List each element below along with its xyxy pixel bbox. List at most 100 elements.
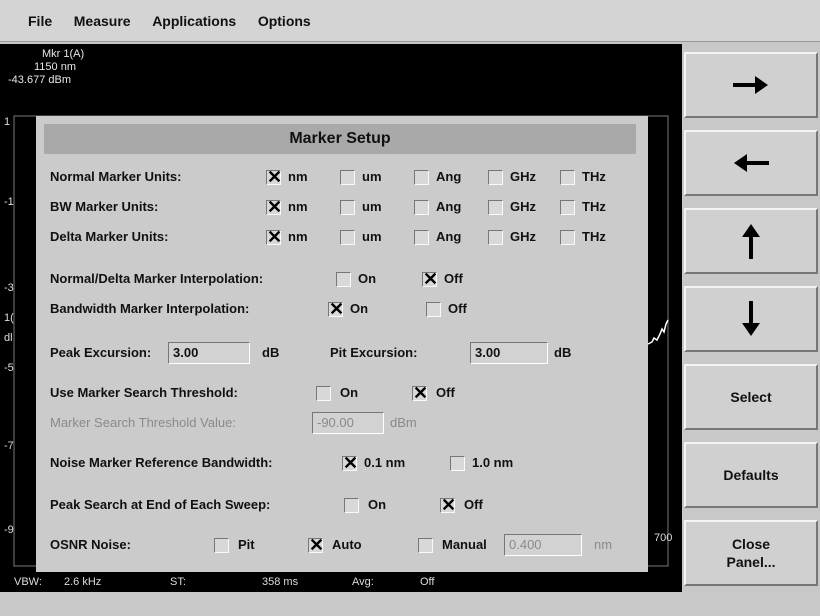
delta-units-ghz-label: GHz bbox=[510, 229, 536, 244]
normal-units-um-label: um bbox=[362, 169, 382, 184]
softkey-down[interactable] bbox=[684, 286, 818, 352]
normal-interp-on-checkbox[interactable] bbox=[336, 272, 351, 287]
marker-name: Mkr 1(A) bbox=[42, 48, 85, 60]
arrow-right-icon bbox=[733, 76, 768, 94]
noise-bw-01-checkbox[interactable]: ✕ bbox=[342, 454, 358, 472]
normal-units-nm-checkbox[interactable]: ✕ bbox=[266, 168, 282, 186]
normal-units-nm-label: nm bbox=[288, 169, 308, 184]
avg-label: Avg: bbox=[352, 576, 374, 588]
y-tick-1: 1 bbox=[4, 116, 11, 128]
marker-readout: Mkr 1(A) 1150 nm -43.677 dBm bbox=[8, 48, 85, 87]
bw-units-ang-checkbox[interactable] bbox=[414, 200, 429, 215]
bw-units-ghz-checkbox[interactable] bbox=[488, 200, 503, 215]
normal-units-thz-checkbox[interactable] bbox=[560, 170, 575, 185]
menu-applications[interactable]: Applications bbox=[152, 0, 236, 42]
vbw-label: VBW: bbox=[14, 576, 42, 588]
peak-excursion-input[interactable]: 3.00 bbox=[168, 342, 250, 364]
softkey-right[interactable] bbox=[684, 52, 818, 118]
marker-power: -43.677 dBm bbox=[8, 74, 71, 86]
select-button[interactable]: Select bbox=[684, 364, 818, 430]
peak-excursion-label: Peak Excursion: bbox=[50, 345, 152, 360]
peak-search-off-checkbox[interactable]: ✕ bbox=[440, 496, 456, 514]
peak-search-on-checkbox[interactable] bbox=[344, 498, 359, 513]
bw-units-um-checkbox[interactable] bbox=[340, 200, 355, 215]
st-value: 358 ms bbox=[262, 576, 299, 588]
bw-units-ghz-label: GHz bbox=[510, 199, 536, 214]
threshold-value-input: -90.00 bbox=[312, 412, 384, 434]
peak-excursion-unit: dB bbox=[262, 345, 280, 360]
noise-bw-01-label: 0.1 nm bbox=[364, 455, 406, 470]
bw-interp-on-label: On bbox=[350, 301, 369, 316]
y-tick-4: 1( bbox=[4, 312, 14, 324]
delta-units-ghz-checkbox[interactable] bbox=[488, 230, 503, 245]
threshold-value-label: Marker Search Threshold Value: bbox=[50, 415, 236, 430]
dialog-title: Marker Setup bbox=[44, 124, 636, 154]
search-threshold-label: Use Marker Search Threshold: bbox=[50, 385, 238, 400]
normal-marker-units-label: Normal Marker Units: bbox=[50, 169, 182, 184]
normal-units-ang-checkbox[interactable] bbox=[414, 170, 429, 185]
x-tick-right: 700 bbox=[654, 532, 673, 544]
softkey-up[interactable] bbox=[684, 208, 818, 274]
bw-units-nm-checkbox[interactable]: ✕ bbox=[266, 198, 282, 216]
delta-units-ang-checkbox[interactable] bbox=[414, 230, 429, 245]
noise-bw-10-label: 1.0 nm bbox=[472, 455, 514, 470]
menu-options[interactable]: Options bbox=[258, 0, 311, 42]
bw-units-thz-checkbox[interactable] bbox=[560, 200, 575, 215]
bw-interp-on-checkbox[interactable]: ✕ bbox=[328, 300, 344, 318]
st-label: ST: bbox=[170, 576, 186, 588]
osnr-pit-checkbox[interactable] bbox=[214, 538, 229, 553]
y-tick-8: -9 bbox=[4, 524, 14, 536]
softkey-left[interactable] bbox=[684, 130, 818, 196]
bw-units-thz-label: THz bbox=[582, 199, 606, 214]
pit-excursion-label: Pit Excursion: bbox=[330, 345, 418, 360]
y-tick-2: -1 bbox=[4, 196, 14, 208]
osnr-manual-label: Manual bbox=[442, 537, 487, 552]
close-panel-button[interactable]: Close Panel... bbox=[684, 520, 818, 586]
menu-bar: File Measure Applications Options bbox=[0, 0, 820, 42]
noise-bw-10-checkbox[interactable] bbox=[450, 456, 465, 471]
search-threshold-on-label: On bbox=[340, 385, 359, 400]
noise-bw-label: Noise Marker Reference Bandwidth: bbox=[50, 455, 273, 470]
peak-search-label: Peak Search at End of Each Sweep: bbox=[50, 497, 271, 512]
menu-file[interactable]: File bbox=[28, 0, 52, 42]
search-threshold-off-label: Off bbox=[436, 385, 455, 400]
bw-interp-off-checkbox[interactable] bbox=[426, 302, 441, 317]
bw-interp-label: Bandwidth Marker Interpolation: bbox=[50, 301, 250, 316]
defaults-button[interactable]: Defaults bbox=[684, 442, 818, 508]
peak-search-off-label: Off bbox=[464, 497, 483, 512]
menu-measure[interactable]: Measure bbox=[74, 0, 131, 42]
osnr-pit-label: Pit bbox=[238, 537, 255, 552]
status-bar: VBW: 2.6 kHz ST: 358 ms Avg: Off bbox=[0, 572, 682, 592]
search-threshold-on-checkbox[interactable] bbox=[316, 386, 331, 401]
normal-interp-off-label: Off bbox=[444, 271, 463, 286]
normal-units-ghz-checkbox[interactable] bbox=[488, 170, 503, 185]
bw-marker-units-label: BW Marker Units: bbox=[50, 199, 159, 214]
bw-interp-off-label: Off bbox=[448, 301, 467, 316]
normal-interp-off-checkbox[interactable]: ✕ bbox=[422, 270, 438, 288]
osnr-manual-checkbox[interactable] bbox=[418, 538, 433, 553]
normal-units-thz-label: THz bbox=[582, 169, 606, 184]
threshold-value-unit: dBm bbox=[390, 415, 417, 430]
bw-units-nm-label: nm bbox=[288, 199, 308, 214]
arrow-down-icon bbox=[742, 301, 760, 336]
osnr-auto-checkbox[interactable]: ✕ bbox=[308, 536, 324, 554]
bottom-strip bbox=[0, 594, 820, 616]
pit-excursion-input[interactable]: 3.00 bbox=[470, 342, 548, 364]
y-tick-7: -7 bbox=[4, 440, 14, 452]
peak-search-on-label: On bbox=[368, 497, 387, 512]
normal-interp-label: Normal/Delta Marker Interpolation: bbox=[50, 271, 264, 286]
delta-units-um-checkbox[interactable] bbox=[340, 230, 355, 245]
normal-units-ang-label: Ang bbox=[436, 169, 462, 184]
y-tick-6: -5 bbox=[4, 362, 14, 374]
normal-units-um-checkbox[interactable] bbox=[340, 170, 355, 185]
avg-value: Off bbox=[420, 576, 435, 588]
delta-units-nm-checkbox[interactable]: ✕ bbox=[266, 228, 282, 246]
delta-marker-units-label: Delta Marker Units: bbox=[50, 229, 169, 244]
bw-units-um-label: um bbox=[362, 199, 382, 214]
y-tick-3: -3 bbox=[4, 282, 14, 294]
delta-units-thz-checkbox[interactable] bbox=[560, 230, 575, 245]
marker-wavelength: 1150 nm bbox=[34, 61, 76, 73]
marker-setup-dialog: Marker Setup Normal Marker Units: ✕ nm um… bbox=[36, 116, 648, 572]
pit-excursion-unit: dB bbox=[554, 345, 572, 360]
search-threshold-off-checkbox[interactable]: ✕ bbox=[412, 384, 428, 402]
